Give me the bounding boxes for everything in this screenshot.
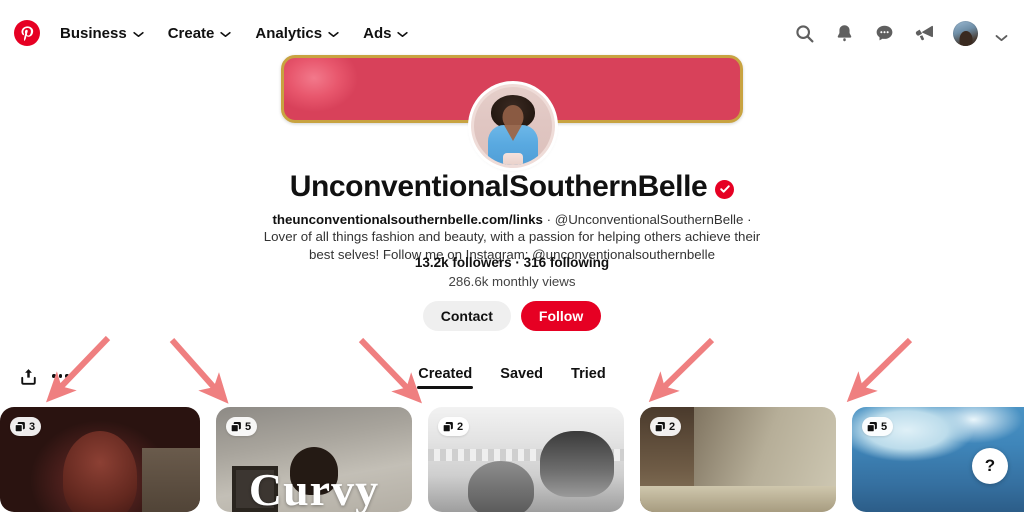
pin-card[interactable]: 2 xyxy=(640,407,836,512)
carousel-stack-icon xyxy=(654,421,665,432)
pin-count-badge: 2 xyxy=(650,417,682,436)
pin-card[interactable]: 3 xyxy=(0,407,200,512)
tab-created[interactable]: Created xyxy=(417,366,474,389)
help-question-icon[interactable]: ? xyxy=(972,448,1008,484)
profile-stats[interactable]: 13.2k followers · 316 following xyxy=(0,255,1024,270)
pin-decor-head-a xyxy=(540,431,614,497)
pin-grid: 3 Curvy 5 2 2 5 xyxy=(0,407,1024,512)
profile-action-buttons: Contact Follow xyxy=(0,301,1024,331)
page-title: UnconventionalSouthernBelle xyxy=(0,170,1024,204)
nav-item-ads[interactable]: Ads xyxy=(353,18,418,49)
message-icon[interactable] xyxy=(873,22,896,45)
profile-avatar-image[interactable] xyxy=(471,84,555,168)
carousel-stack-icon xyxy=(14,421,25,432)
carousel-stack-icon xyxy=(230,421,241,432)
bell-icon[interactable] xyxy=(833,22,856,45)
avatar-hands xyxy=(503,153,523,165)
pin-count-badge: 5 xyxy=(862,417,894,436)
pin-decor-head-b xyxy=(468,461,534,512)
account-avatar[interactable] xyxy=(953,20,978,46)
pinterest-profile-page: Business Create Analytics Ads Unconventi… xyxy=(0,0,1024,512)
nav-item-create-label: Create xyxy=(167,24,215,42)
pin-count-label: 2 xyxy=(457,420,464,433)
pin-count-badge: 3 xyxy=(10,417,42,436)
nav-item-analytics[interactable]: Analytics xyxy=(245,18,349,49)
pin-count-label: 5 xyxy=(881,420,888,433)
chevron-down-icon xyxy=(397,31,409,38)
nav-item-business[interactable]: Business xyxy=(50,18,154,49)
pin-count-label: 2 xyxy=(669,420,676,433)
profile-tabs: Created Saved Tried xyxy=(0,366,1024,389)
nav-left-group: Business Create Analytics Ads xyxy=(0,18,418,49)
tab-tried[interactable]: Tried xyxy=(571,366,606,389)
avatar-inner xyxy=(474,87,552,165)
pin-count-label: 3 xyxy=(29,420,36,433)
pin-card[interactable]: Curvy 5 xyxy=(216,407,412,512)
verified-check-icon xyxy=(715,179,735,199)
nav-item-business-label: Business xyxy=(60,24,127,42)
nav-item-create[interactable]: Create xyxy=(158,18,242,49)
pinterest-logo-icon[interactable] xyxy=(14,20,40,46)
profile-monthly-views: 286.6k monthly views xyxy=(448,274,576,289)
chevron-down-icon xyxy=(328,31,339,38)
carousel-stack-icon xyxy=(866,421,877,432)
chevron-down-icon xyxy=(133,31,144,38)
follow-button[interactable]: Follow xyxy=(520,301,602,331)
tab-saved[interactable]: Saved xyxy=(500,366,543,389)
carousel-stack-icon xyxy=(442,421,453,432)
contact-button[interactable]: Contact xyxy=(422,301,511,331)
megaphone-icon[interactable] xyxy=(913,22,936,45)
pin-count-badge: 5 xyxy=(226,417,258,436)
profile-bio-link[interactable]: theunconventionalsouthernbelle.com/links xyxy=(272,212,542,227)
search-icon[interactable] xyxy=(793,22,816,45)
avatar-neckline xyxy=(504,125,522,141)
pin-card[interactable]: 2 xyxy=(428,407,624,512)
pin-overlay-text: Curvy xyxy=(248,464,380,512)
profile-name: UnconventionalSouthernBelle xyxy=(289,170,708,203)
nav-item-ads-label: Ads xyxy=(363,24,392,42)
nav-item-analytics-label: Analytics xyxy=(255,24,323,42)
chevron-down-icon[interactable] xyxy=(995,29,1008,42)
nav-right-group xyxy=(793,20,1024,46)
chevron-down-icon xyxy=(220,31,232,38)
pin-count-label: 5 xyxy=(245,420,252,433)
pin-count-badge: 2 xyxy=(438,417,470,436)
